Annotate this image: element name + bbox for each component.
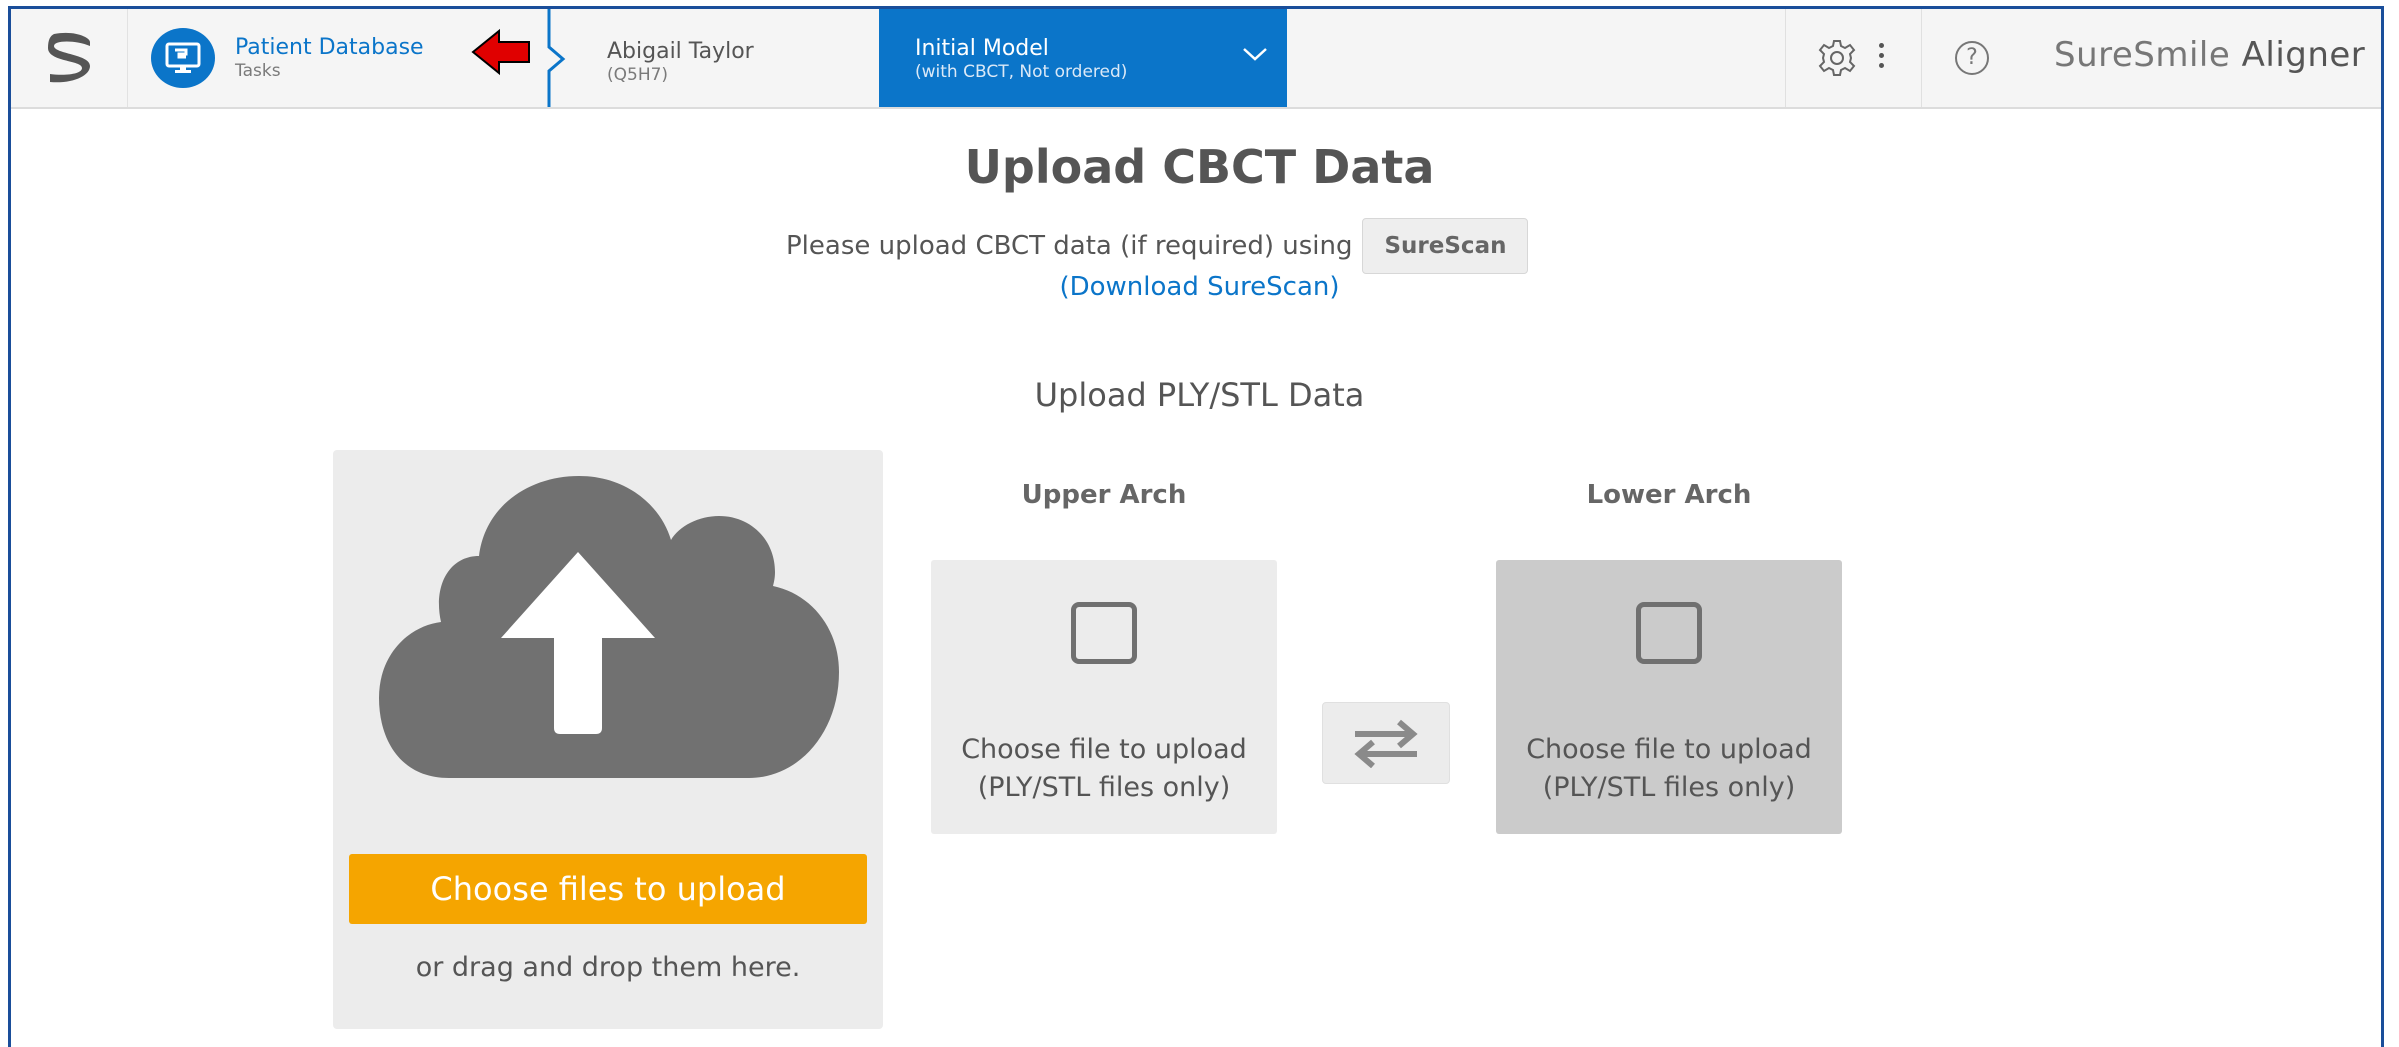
choose-files-button[interactable]: Choose files to upload	[349, 854, 867, 924]
lower-arch-label: Lower Arch	[1586, 480, 1752, 510]
app-logo[interactable]	[11, 9, 128, 107]
cloud-upload-icon	[379, 476, 839, 778]
download-surescan-link-text[interactable]: (Download SureScan)	[1059, 272, 1339, 302]
toolbar-divider	[1921, 9, 1922, 107]
top-bar: Patient Database Tasks Abigail Taylor (Q…	[11, 9, 2381, 109]
surescan-button[interactable]: SureScan	[1362, 218, 1529, 274]
upper-arch-upload-text: Choose file to upload	[961, 734, 1247, 765]
breadcrumb-patient[interactable]: Abigail Taylor (Q5H7)	[607, 39, 754, 85]
monitor-icon	[151, 28, 215, 88]
red-annotation-arrow-icon	[471, 28, 530, 76]
model-dropdown-tab[interactable]: Initial Model (with CBCT, Not ordered)	[879, 9, 1287, 107]
breadcrumb-chevron-separator-icon	[547, 9, 566, 107]
ply-section-title: Upload PLY/STL Data	[1034, 376, 1365, 414]
lower-arch-upload[interactable]: Choose file to upload (PLY/STL files onl…	[1496, 560, 1842, 834]
model-title: Initial Model	[915, 36, 1049, 61]
cbct-prompt-row: Please upload CBCT data (if required) us…	[786, 218, 1529, 274]
model-subtitle: (with CBCT, Not ordered)	[915, 62, 1128, 82]
upper-arch-upload[interactable]: Choose file to upload (PLY/STL files onl…	[931, 560, 1277, 834]
cbct-prompt-text: Please upload CBCT data (if required) us…	[786, 231, 1353, 261]
toolbar-divider	[1785, 9, 1786, 107]
suresmile-logo-icon	[48, 32, 90, 83]
download-surescan-link: (Download SureScan)	[0, 272, 2399, 302]
brand-part-1: SureSmile	[2054, 35, 2231, 75]
upper-arch-label: Upper Arch	[1021, 480, 1187, 510]
patient-database-link[interactable]: Patient Database	[235, 35, 424, 61]
swap-arches-button[interactable]	[1322, 702, 1450, 784]
upper-arch-file-types: (PLY/STL files only)	[977, 772, 1231, 803]
gear-icon[interactable]	[1817, 38, 1857, 78]
brand-part-2: Aligner	[2241, 35, 2366, 75]
breadcrumb-patient-database[interactable]: Patient Database Tasks	[151, 28, 424, 88]
patient-name: Abigail Taylor	[607, 39, 754, 64]
page-title: Upload CBCT Data	[964, 140, 1435, 194]
more-options-icon[interactable]	[1877, 43, 1885, 73]
drag-drop-hint: or drag and drop them here.	[415, 952, 801, 983]
upper-arch-file-icon	[1071, 602, 1137, 664]
lower-arch-upload-text: Choose file to upload	[1526, 734, 1812, 765]
patient-database-subtitle: Tasks	[235, 61, 281, 81]
help-icon[interactable]: ?	[1955, 41, 1989, 75]
lower-arch-file-icon	[1636, 602, 1702, 664]
brand-name: SureSmile Aligner	[2054, 35, 2365, 75]
chevron-down-icon[interactable]	[1241, 45, 1269, 63]
lower-arch-file-types: (PLY/STL files only)	[1542, 772, 1796, 803]
swap-arrows-icon	[1354, 719, 1418, 768]
file-drop-zone[interactable]: Choose files to upload or drag and drop …	[333, 450, 883, 1029]
patient-id: (Q5H7)	[607, 65, 669, 85]
